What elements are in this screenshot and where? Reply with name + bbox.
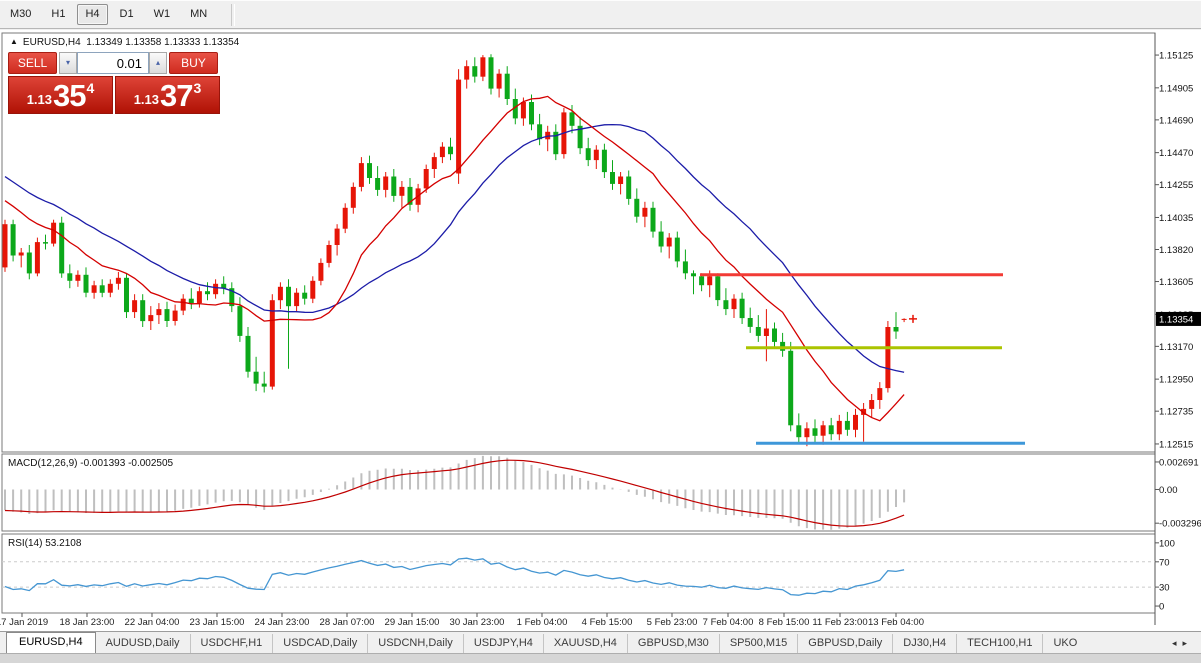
volume-input[interactable]: 0.01	[77, 52, 149, 74]
chart-tab-gbpusd-daily[interactable]: GBPUSD,Daily	[797, 634, 892, 653]
rsi-axis-label: 100	[1159, 538, 1175, 549]
chart-tab-dj30-h4[interactable]: DJ30,H4	[892, 634, 956, 653]
one-click-trading-panel: SELL ▾ 0.01 ▴ BUY 1.13 35 4 1.13 37 3	[8, 52, 224, 114]
time-axis-label: 4 Feb 15:00	[582, 617, 633, 628]
chart-tab-bar: EURUSD,H4AUDUSD,DailyUSDCHF,H1USDCAD,Dai…	[0, 631, 1201, 653]
volume-decrease-button[interactable]: ▾	[59, 52, 77, 74]
rsi-axis-label: 30	[1159, 583, 1170, 594]
price-axis-label: 1.14255	[1159, 180, 1193, 191]
chart-tab-gbpusd-m30[interactable]: GBPUSD,M30	[627, 634, 719, 653]
chart-title: ▲ EURUSD,H4 1.13349 1.13358 1.13333 1.133…	[10, 37, 239, 48]
time-axis-label: 29 Jan 15:00	[385, 617, 440, 628]
chart-tab-tech100-h1[interactable]: TECH100,H1	[956, 634, 1042, 653]
time-axis-label: 11 Feb 23:00	[812, 617, 867, 628]
chart-tab-usdcnh-daily[interactable]: USDCNH,Daily	[367, 634, 463, 653]
price-axis-label: 1.14035	[1159, 213, 1193, 224]
chart-tab-usdjpy-h4[interactable]: USDJPY,H4	[463, 634, 543, 653]
price-axis-label: 1.14470	[1159, 148, 1193, 159]
status-bar	[0, 653, 1201, 663]
macd-axis-label: 0.002691	[1159, 457, 1199, 468]
time-axis-label: 18 Jan 23:00	[60, 617, 115, 628]
chart-tab-sp500-m15[interactable]: SP500,M15	[719, 634, 797, 653]
buy-button[interactable]: BUY	[169, 52, 218, 74]
time-axis-label: 23 Jan 15:00	[190, 617, 245, 628]
buy-price-main: 37	[160, 81, 192, 110]
timeframe-button-h1[interactable]: H1	[43, 4, 73, 25]
price-axis-label: 1.12515	[1159, 439, 1193, 450]
time-axis-label: 7 Feb 04:00	[703, 617, 754, 628]
sell-price-pip: 4	[87, 80, 95, 96]
price-axis-label: 1.15125	[1159, 51, 1193, 62]
time-axis-label: 22 Jan 04:00	[125, 617, 180, 628]
time-axis-label: 8 Feb 15:00	[759, 617, 810, 628]
timeframe-button-m30[interactable]: M30	[2, 4, 39, 25]
macd-axis-label: 0.00	[1159, 485, 1178, 496]
price-axis-label: 1.13820	[1159, 245, 1193, 256]
volume-increase-button[interactable]: ▴	[149, 52, 167, 74]
rsi-pane	[2, 534, 1155, 613]
time-axis-label: 24 Jan 23:00	[255, 617, 310, 628]
macd-axis-label: -0.003296	[1159, 519, 1201, 530]
chart-tab-usdchf-h1[interactable]: USDCHF,H1	[190, 634, 273, 653]
chart-ohlc-values: 1.13349 1.13358 1.13333 1.13354	[86, 37, 239, 48]
price-axis-label: 1.13170	[1159, 342, 1193, 353]
sell-price-prefix: 1.13	[27, 92, 52, 107]
time-axis-label: 1 Feb 04:00	[517, 617, 568, 628]
toolbar-separator	[231, 4, 235, 26]
chart-symbol-label: EURUSD,H4	[23, 37, 81, 48]
buy-price-pip: 3	[194, 80, 202, 96]
chart-tab-uko[interactable]: UKO	[1042, 634, 1087, 653]
timeframe-button-d1[interactable]: D1	[112, 4, 142, 25]
time-axis-label: 30 Jan 23:00	[450, 617, 505, 628]
sell-price-button[interactable]: 1.13 35 4	[8, 76, 113, 114]
rsi-axis-label: 0	[1159, 602, 1164, 613]
price-axis-label: 1.13605	[1159, 277, 1193, 288]
tabs-scroll-left-icon[interactable]: ◂	[1172, 638, 1183, 648]
chart-canvas[interactable]: 1.15125 1.14905 1.14690 1.14470 1.14255 1.140…	[0, 30, 1201, 631]
sell-button[interactable]: SELL	[8, 52, 57, 74]
chart-tab-usdcad-daily[interactable]: USDCAD,Daily	[272, 634, 367, 653]
price-axis-label: 1.14690	[1159, 115, 1193, 126]
time-axis-label: 17 Jan 2019	[0, 617, 48, 628]
rsi-axis-label: 70	[1159, 557, 1170, 568]
sell-price-main: 35	[53, 81, 85, 110]
current-price-tag-value: 1.13354	[1159, 314, 1193, 325]
price-axis-label: 1.12950	[1159, 375, 1193, 386]
timeframe-button-w1[interactable]: W1	[146, 4, 179, 25]
price-axis-label: 1.12735	[1159, 407, 1193, 418]
chart-window: 1.15125 1.14905 1.14690 1.14470 1.14255 1.140…	[0, 30, 1201, 631]
chart-tab-eurusd-h4[interactable]: EURUSD,H4	[6, 632, 96, 653]
rsi-indicator-label: RSI(14) 53.2108	[8, 538, 81, 549]
chart-tab-audusd-daily[interactable]: AUDUSD,Daily	[96, 634, 190, 653]
price-axis-label: 1.14905	[1159, 83, 1193, 94]
timeframe-button-mn[interactable]: MN	[182, 4, 215, 25]
buy-price-prefix: 1.13	[134, 92, 159, 107]
macd-indicator-label: MACD(12,26,9) -0.001393 -0.002505	[8, 458, 173, 469]
time-axis-label: 5 Feb 23:00	[647, 617, 698, 628]
time-axis-label: 28 Jan 07:00	[320, 617, 375, 628]
collapse-panel-icon[interactable]: ▲	[10, 37, 18, 46]
time-axis-label: 13 Feb 04:00	[868, 617, 924, 628]
tabs-scroll-right-icon[interactable]: ▸	[1182, 638, 1193, 648]
timeframe-toolbar: M30H1H4D1W1MN	[0, 0, 1201, 29]
timeframe-button-h4[interactable]: H4	[77, 4, 107, 25]
buy-price-button[interactable]: 1.13 37 3	[115, 76, 220, 114]
chart-tab-xauusd-h4[interactable]: XAUUSD,H4	[543, 634, 627, 653]
